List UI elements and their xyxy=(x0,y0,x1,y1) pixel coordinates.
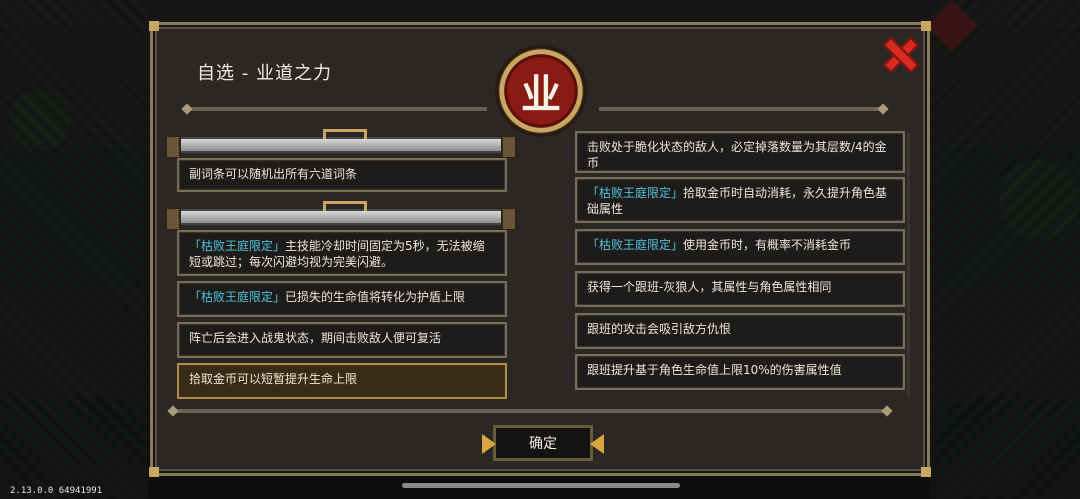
home-indicator[interactable] xyxy=(402,483,680,488)
scroll-header-bar xyxy=(165,201,517,231)
divider xyxy=(167,405,893,417)
divider-dot xyxy=(877,103,889,115)
option-tag: 「枯败王庭限定」 xyxy=(587,186,684,200)
option-card[interactable]: 「枯败王庭限定」拾取金币时自动消耗，永久提升角色基础属性 xyxy=(575,177,905,223)
divider xyxy=(181,103,487,115)
karma-emblem-icon: 业 xyxy=(495,45,587,137)
divider xyxy=(599,103,889,115)
version-text: 2.13.0.0 64941991 xyxy=(10,486,103,496)
scroll-handle xyxy=(323,129,367,139)
option-text: 获得一个跟班-灰狼人，其属性与角色属性相同 xyxy=(587,280,832,294)
option-card[interactable]: 跟班的攻击会吸引敌方仇恨 xyxy=(575,313,905,349)
option-card[interactable]: 「枯败王庭限定」使用金币时，有概率不消耗金币 xyxy=(575,229,905,265)
arrow-right-icon xyxy=(482,434,496,454)
option-text: 阵亡后会进入战鬼状态，期间击败敌人便可复活 xyxy=(189,331,442,345)
option-text: 跟班提升基于角色生命值上限10%的伤害属性值 xyxy=(587,363,842,377)
scroll-header-bar xyxy=(165,129,517,159)
option-text: 跟班的攻击会吸引敌方仇恨 xyxy=(587,322,732,336)
option-card[interactable]: 击败处于脆化状态的敌人，必定掉落数量为其层数/4的金币 xyxy=(575,131,905,173)
option-text: 使用金币时，有概率不消耗金币 xyxy=(683,238,852,252)
corner-ornament xyxy=(149,21,159,31)
arrow-left-icon xyxy=(590,434,604,454)
divider-dot xyxy=(881,405,893,417)
dialog-title: 自选 - 业道之力 xyxy=(197,63,332,84)
option-card[interactable]: 获得一个跟班-灰狼人，其属性与角色属性相同 xyxy=(575,271,905,307)
background-left-ornament xyxy=(0,0,148,499)
option-text: 已损失的生命值将转化为护盾上限 xyxy=(285,290,466,304)
option-tag: 「枯败王庭限定」 xyxy=(189,290,286,304)
option-tag: 「枯败王庭限定」 xyxy=(189,239,286,253)
option-card[interactable]: 副词条可以随机出所有六道词条 xyxy=(177,158,507,192)
option-card[interactable]: 跟班提升基于角色生命值上限10%的伤害属性值 xyxy=(575,354,905,390)
corner-ornament xyxy=(921,467,931,477)
option-text: 副词条可以随机出所有六道词条 xyxy=(189,167,358,181)
option-card[interactable]: 「枯败王庭限定」主技能冷却时间固定为5秒，无法被缩短或跳过；每次闪避均视为完美闪… xyxy=(177,230,507,276)
right-list-scrollbar[interactable] xyxy=(907,133,910,397)
scroll-handle xyxy=(323,201,367,211)
divider-dot xyxy=(167,405,179,417)
option-text: 拾取金币可以短暂提升生命上限 xyxy=(189,372,358,386)
option-text: 击败处于脆化状态的敌人，必定掉落数量为其层数/4的金币 xyxy=(587,140,887,171)
option-tag: 「枯败王庭限定」 xyxy=(587,238,684,252)
option-card[interactable]: 阵亡后会进入战鬼状态，期间击败敌人便可复活 xyxy=(177,322,507,358)
confirm-button[interactable]: 确定 xyxy=(482,425,604,461)
corner-ornament xyxy=(149,467,159,477)
background-right-ornament xyxy=(930,0,1080,499)
selection-dialog: 自选 - 业道之力 业 副词条可以随机出所有六道词条 「枯败王庭限定」主技能冷却… xyxy=(149,21,931,477)
divider-dot xyxy=(181,103,193,115)
close-icon[interactable] xyxy=(883,37,915,69)
option-card[interactable]: 「枯败王庭限定」已损失的生命值将转化为护盾上限 xyxy=(177,281,507,317)
option-card-selected[interactable]: 拾取金币可以短暂提升生命上限 xyxy=(177,363,507,399)
corner-ornament xyxy=(921,21,931,31)
confirm-label: 确定 xyxy=(529,436,557,452)
emblem-glyph: 业 xyxy=(521,71,561,118)
